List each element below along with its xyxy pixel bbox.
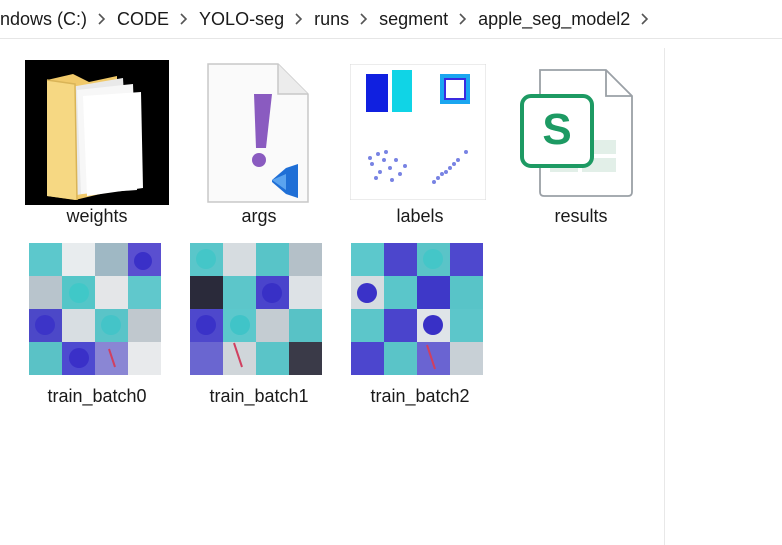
- chevron-right-icon[interactable]: [290, 0, 308, 38]
- file-item-train-batch1[interactable]: train_batch1: [184, 240, 334, 412]
- breadcrumb-runs[interactable]: runs: [308, 9, 355, 30]
- file-item-args[interactable]: args: [184, 60, 334, 232]
- file-name: weights: [66, 206, 128, 226]
- breadcrumb-segment[interactable]: segment: [373, 9, 454, 30]
- file-item-weights[interactable]: weights: [22, 60, 172, 232]
- file-name: results: [554, 206, 608, 226]
- train-batch2-image-thumbnail: [351, 243, 483, 375]
- chevron-right-icon[interactable]: [355, 0, 373, 38]
- breadcrumb-code[interactable]: CODE: [111, 9, 175, 30]
- breadcrumb-apple-seg-model2[interactable]: apple_seg_model2: [472, 9, 636, 30]
- file-name: train_batch2: [370, 386, 470, 406]
- file-item-results[interactable]: S results: [506, 60, 656, 232]
- address-bar[interactable]: ndows (C:) CODE YOLO-seg runs segment ap…: [0, 0, 782, 39]
- file-name: labels: [396, 206, 444, 226]
- spreadsheet-icon: S: [520, 69, 633, 197]
- train-batch0-image-thumbnail: [29, 243, 161, 375]
- file-item-train-batch2[interactable]: train_batch2: [345, 240, 495, 412]
- file-item-train-batch0[interactable]: train_batch0: [22, 240, 172, 412]
- breadcrumb-yolo-seg[interactable]: YOLO-seg: [193, 9, 290, 30]
- file-name: train_batch1: [209, 386, 309, 406]
- train-batch1-image-thumbnail: [190, 243, 322, 375]
- breadcrumb-drive[interactable]: ndows (C:): [0, 9, 93, 30]
- labels-image-thumbnail: [350, 64, 486, 200]
- file-name: train_batch0: [47, 386, 147, 406]
- chevron-right-icon[interactable]: [454, 0, 472, 38]
- svg-text:S: S: [542, 105, 571, 154]
- file-name: args: [241, 206, 277, 226]
- file-item-labels[interactable]: labels: [345, 60, 495, 232]
- chevron-right-icon[interactable]: [636, 0, 654, 38]
- chevron-right-icon[interactable]: [175, 0, 193, 38]
- folder-icon: [25, 60, 169, 205]
- vscode-file-icon: [207, 63, 309, 203]
- chevron-right-icon[interactable]: [93, 0, 111, 38]
- pane-divider: [664, 48, 665, 545]
